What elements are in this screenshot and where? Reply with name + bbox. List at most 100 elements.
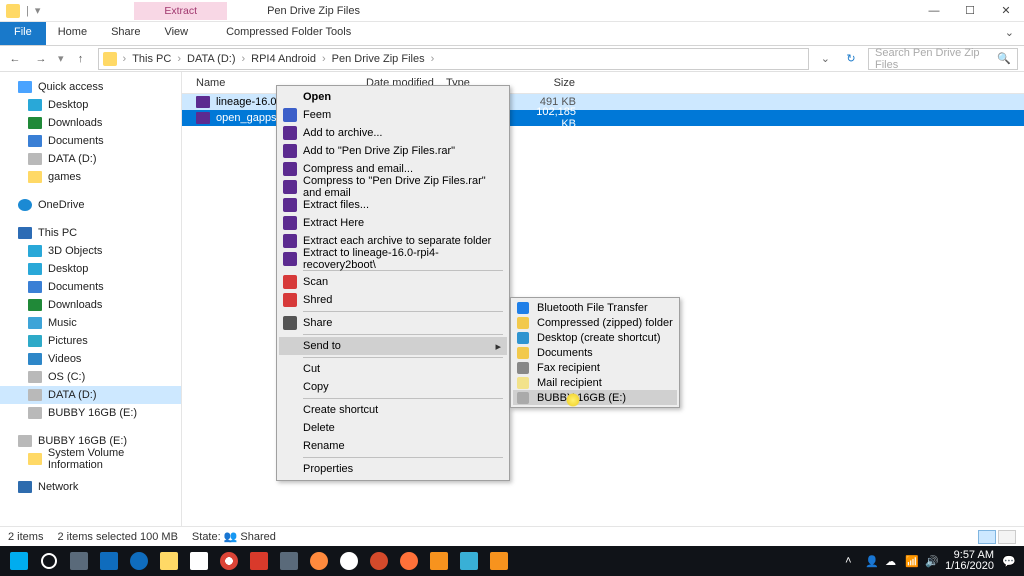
- ctx-shred[interactable]: Shred: [279, 291, 507, 309]
- ctx-feem[interactable]: Feem: [279, 106, 507, 124]
- nav-up-button[interactable]: ↑: [72, 50, 90, 68]
- ctx-add-archive[interactable]: Add to archive...: [279, 124, 507, 142]
- taskbar-app-4[interactable]: [364, 547, 394, 575]
- tab-home[interactable]: Home: [46, 22, 99, 45]
- taskbar-app-6[interactable]: [454, 547, 484, 575]
- tray-volume-icon[interactable]: 🔊: [925, 555, 937, 567]
- search-input[interactable]: Search Pen Drive Zip Files 🔍: [868, 48, 1018, 70]
- sendto-bubby[interactable]: BUBBY 16GB (E:): [513, 390, 677, 405]
- sidebar-item-downloads-2[interactable]: Downloads: [0, 296, 181, 314]
- tray-people-icon[interactable]: 👤: [865, 555, 877, 567]
- taskbar-firefox[interactable]: [394, 547, 424, 575]
- maximize-button[interactable]: ☐: [952, 0, 988, 22]
- crumb-pendrive[interactable]: Pen Drive Zip Files: [332, 53, 425, 65]
- sidebar-item-desktop[interactable]: Desktop: [0, 96, 181, 114]
- tray-wifi-icon[interactable]: 📶: [905, 555, 917, 567]
- sidebar-item-documents-2[interactable]: Documents: [0, 278, 181, 296]
- ctx-extract-here[interactable]: Extract Here: [279, 214, 507, 232]
- ctx-properties[interactable]: Properties: [279, 460, 507, 478]
- sidebar-item-data-d[interactable]: DATA (D:): [0, 150, 181, 168]
- taskbar-app-3[interactable]: [334, 547, 364, 575]
- chevron-right-icon[interactable]: ›: [241, 53, 245, 65]
- breadcrumb[interactable]: › This PC › DATA (D:) › RPI4 Android › Pen …: [98, 48, 809, 70]
- ctx-share[interactable]: Share: [279, 314, 507, 332]
- tray-notifications-icon[interactable]: 💬: [1002, 555, 1014, 567]
- taskbar-store[interactable]: [184, 547, 214, 575]
- taskview-button[interactable]: [64, 547, 94, 575]
- minimize-button[interactable]: —: [916, 0, 952, 22]
- tab-file[interactable]: File: [0, 22, 46, 45]
- ctx-open[interactable]: Open: [279, 88, 507, 106]
- taskbar-explorer[interactable]: [154, 547, 184, 575]
- cortana-button[interactable]: [34, 547, 64, 575]
- sidebar-network[interactable]: Network: [0, 478, 181, 496]
- taskbar-chrome[interactable]: [214, 547, 244, 575]
- taskbar-app-5[interactable]: [424, 547, 454, 575]
- mcafee-scan-icon: [283, 275, 297, 289]
- taskbar-settings[interactable]: [274, 547, 304, 575]
- taskbar-app-7[interactable]: [484, 547, 514, 575]
- ctx-copy[interactable]: Copy: [279, 378, 507, 396]
- ctx-compress-to[interactable]: Compress to "Pen Drive Zip Files.rar" an…: [279, 178, 507, 196]
- view-large-button[interactable]: [998, 530, 1016, 544]
- sidebar-item-svi[interactable]: System Volume Information: [0, 450, 181, 468]
- tray-chevron-up-icon[interactable]: ˄: [845, 555, 857, 567]
- tab-compressed-tools[interactable]: Compressed Folder Tools: [216, 22, 361, 45]
- refresh-button[interactable]: ↻: [842, 52, 860, 65]
- sendto-compressed[interactable]: Compressed (zipped) folder: [513, 315, 677, 330]
- nav-forward-button[interactable]: →: [32, 50, 50, 68]
- sidebar-item-os-c[interactable]: OS (C:): [0, 368, 181, 386]
- start-button[interactable]: [4, 547, 34, 575]
- column-size[interactable]: Size: [526, 77, 586, 89]
- ctx-create-shortcut[interactable]: Create shortcut: [279, 401, 507, 419]
- chevron-right-icon[interactable]: ›: [177, 53, 181, 65]
- ctx-send-to[interactable]: Send to▸: [279, 337, 507, 355]
- ctx-scan[interactable]: Scan: [279, 273, 507, 291]
- tray-clock[interactable]: 9:57 AM1/16/2020: [945, 550, 994, 572]
- taskbar-app-2[interactable]: [304, 547, 334, 575]
- chevron-right-icon[interactable]: ›: [431, 53, 435, 65]
- tray-onedrive-icon[interactable]: ☁: [885, 555, 897, 567]
- ribbon-collapse-icon[interactable]: ⌄: [995, 22, 1024, 45]
- sendto-desktop[interactable]: Desktop (create shortcut): [513, 330, 677, 345]
- tab-share[interactable]: Share: [99, 22, 152, 45]
- sidebar-item-3d-objects[interactable]: 3D Objects: [0, 242, 181, 260]
- close-button[interactable]: ✕: [988, 0, 1024, 22]
- ctx-delete[interactable]: Delete: [279, 419, 507, 437]
- sendto-bluetooth[interactable]: Bluetooth File Transfer: [513, 300, 677, 315]
- sendto-documents[interactable]: Documents: [513, 345, 677, 360]
- address-dropdown-icon[interactable]: ⌄: [817, 52, 834, 65]
- sendto-fax[interactable]: Fax recipient: [513, 360, 677, 375]
- sidebar-item-games[interactable]: games: [0, 168, 181, 186]
- sendto-mail[interactable]: Mail recipient: [513, 375, 677, 390]
- sidebar-item-desktop-2[interactable]: Desktop: [0, 260, 181, 278]
- sidebar-this-pc[interactable]: This PC: [0, 224, 181, 242]
- crumb-this-pc[interactable]: This PC: [132, 53, 171, 65]
- sidebar-item-videos[interactable]: Videos: [0, 350, 181, 368]
- ctx-rename[interactable]: Rename: [279, 437, 507, 455]
- sidebar-quick-access[interactable]: Quick access: [0, 78, 181, 96]
- crumb-rpi4[interactable]: RPI4 Android: [251, 53, 316, 65]
- sidebar-onedrive[interactable]: OneDrive: [0, 196, 181, 214]
- sidebar-item-data-d-2[interactable]: DATA (D:): [0, 386, 181, 404]
- sidebar-item-music[interactable]: Music: [0, 314, 181, 332]
- chevron-right-icon[interactable]: ›: [123, 53, 127, 65]
- ctx-extract-lineage[interactable]: Extract to lineage-16.0-rpi4-recovery2bo…: [279, 250, 507, 268]
- taskbar-app[interactable]: [244, 547, 274, 575]
- chevron-right-icon[interactable]: ›: [322, 53, 326, 65]
- tab-view[interactable]: View: [152, 22, 200, 45]
- nav-history-icon[interactable]: ▾: [58, 52, 64, 65]
- qat-dropdown-icon[interactable]: ▾: [35, 4, 41, 17]
- taskbar-edge[interactable]: [124, 547, 154, 575]
- sidebar-item-bubby[interactable]: BUBBY 16GB (E:): [0, 404, 181, 422]
- taskbar-mail[interactable]: [94, 547, 124, 575]
- sidebar-item-pictures[interactable]: Pictures: [0, 332, 181, 350]
- view-details-button[interactable]: [978, 530, 996, 544]
- ctx-cut[interactable]: Cut: [279, 360, 507, 378]
- sidebar-item-documents[interactable]: Documents: [0, 132, 181, 150]
- ctx-add-pdzip[interactable]: Add to "Pen Drive Zip Files.rar": [279, 142, 507, 160]
- nav-back-button[interactable]: ←: [6, 50, 24, 68]
- crumb-data-d[interactable]: DATA (D:): [187, 53, 235, 65]
- ctx-extract-files[interactable]: Extract files...: [279, 196, 507, 214]
- sidebar-item-downloads[interactable]: Downloads: [0, 114, 181, 132]
